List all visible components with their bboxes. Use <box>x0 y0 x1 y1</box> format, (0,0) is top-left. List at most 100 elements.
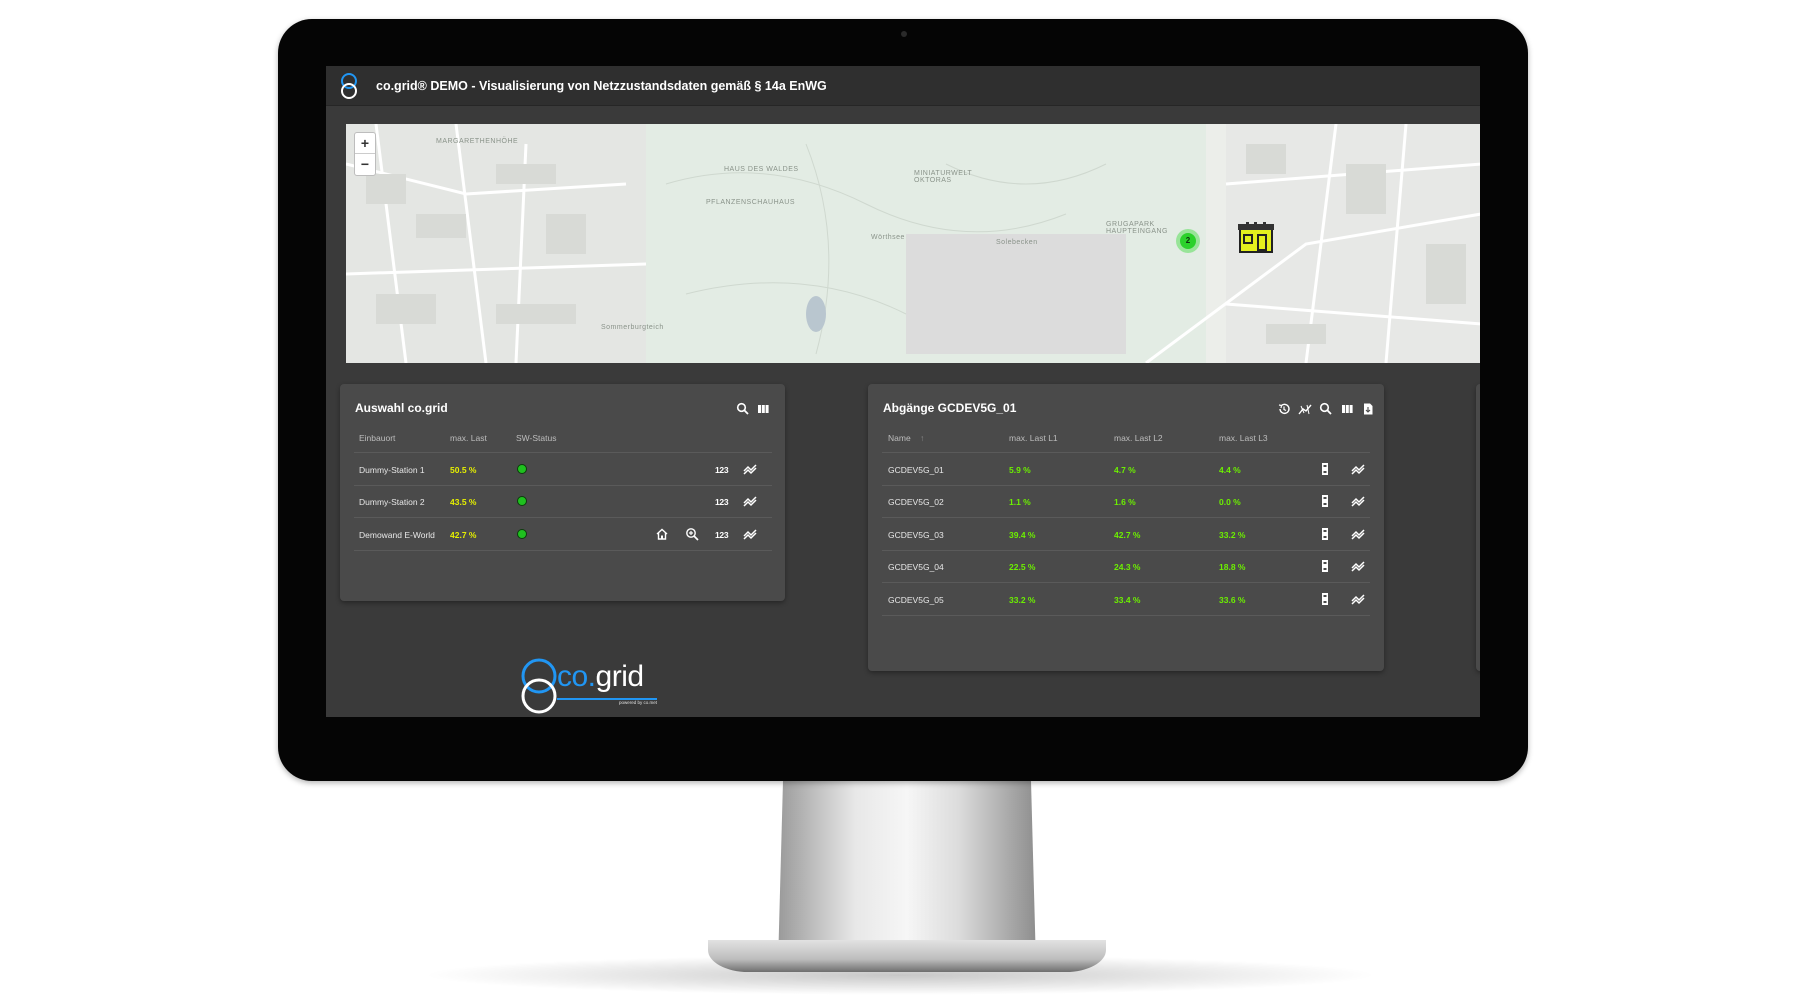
max-load-l2: 1.6 % <box>1114 497 1136 507</box>
brand-subtitle: powered by co.met <box>619 700 658 705</box>
column-header[interactable]: Einbauort <box>359 433 395 443</box>
table-row[interactable]: GCDEV5G_02 1.1 % 1.6 % 0.0 % <box>868 486 1384 518</box>
column-header[interactable]: max. Last L3 <box>1219 433 1268 443</box>
map-label: GRUGAPARK HAUPTEINGANG <box>1106 221 1169 235</box>
divider <box>354 550 772 551</box>
device-detail-icon[interactable] <box>1318 527 1332 541</box>
search-icon[interactable] <box>736 402 750 416</box>
history-icon[interactable] <box>1277 402 1291 416</box>
max-load-l3: 0.0 % <box>1219 497 1241 507</box>
values-123-icon[interactable]: 123 <box>715 497 729 507</box>
app-title: co.grid® DEMO - Visualisierung von Netzz… <box>376 78 827 93</box>
table-row[interactable]: Dummy-Station 2 43.5 % 123 <box>340 486 785 518</box>
max-load-l2: 4.7 % <box>1114 465 1136 475</box>
webcam <box>901 31 907 37</box>
device-detail-icon[interactable] <box>1318 592 1332 606</box>
device-detail-icon[interactable] <box>1318 462 1332 476</box>
map-label: HAUS DES WALDES <box>724 166 799 173</box>
trend-chart-icon[interactable] <box>1351 559 1365 573</box>
zoom-in-button[interactable]: + <box>355 133 375 154</box>
station-name: Dummy-Station 2 <box>359 497 425 507</box>
map-label: MINIATURWELT OKTORAS <box>914 170 972 184</box>
columns-icon[interactable] <box>756 402 770 416</box>
max-load: 42.7 % <box>450 530 477 540</box>
max-load-l1: 5.9 % <box>1009 465 1031 475</box>
max-load-l1: 39.4 % <box>1009 530 1036 540</box>
feeder-name: GCDEV5G_01 <box>888 465 944 475</box>
divider <box>882 615 1370 616</box>
device-detail-icon[interactable] <box>1318 559 1332 573</box>
column-header[interactable]: max. Last <box>450 433 487 443</box>
panel-title: Abgänge GCDEV5G_01 <box>883 401 1017 415</box>
table-row[interactable]: GCDEV5G_03 39.4 % 42.7 % 33.2 % <box>868 518 1384 550</box>
max-load-l3: 18.8 % <box>1219 562 1246 572</box>
monitor-stand <box>778 775 1036 965</box>
map[interactable]: MARGARETHENHÖHE HAUS DES WALDES MINIATUR… <box>346 124 1480 363</box>
table-row[interactable]: GCDEV5G_01 5.9 % 4.7 % 4.4 % <box>868 453 1384 485</box>
sort-indicator[interactable]: ↑ <box>920 433 924 443</box>
max-load-l1: 33.2 % <box>1009 595 1036 605</box>
feeder-name: GCDEV5G_02 <box>888 497 944 507</box>
brand-logo: co.grid powered by co.met <box>519 656 664 717</box>
map-cluster-marker[interactable]: 2 <box>1176 229 1200 253</box>
station-name: Dummy-Station 1 <box>359 465 425 475</box>
max-load: 43.5 % <box>450 497 477 507</box>
trend-chart-icon[interactable] <box>1351 592 1365 606</box>
panel-title: Auswahl co.grid <box>355 401 448 415</box>
table-row[interactable]: GCDEV5G_05 33.2 % 33.4 % 33.6 % <box>868 583 1384 615</box>
max-load-l3: 33.2 % <box>1219 530 1246 540</box>
sw-status-indicator <box>517 529 527 539</box>
max-load-l3: 4.4 % <box>1219 465 1241 475</box>
column-header[interactable]: Name <box>888 433 911 443</box>
trend-chart-icon[interactable] <box>1351 494 1365 508</box>
analytics-icon[interactable] <box>1298 402 1312 416</box>
table-row[interactable]: Dummy-Station 1 50.5 % 123 <box>340 453 785 485</box>
column-header[interactable]: max. Last L2 <box>1114 433 1163 443</box>
feeder-name: GCDEV5G_03 <box>888 530 944 540</box>
max-load-l2: 42.7 % <box>1114 530 1141 540</box>
app-bar: co.grid® DEMO - Visualisierung von Netzz… <box>326 66 1480 106</box>
max-load-l2: 33.4 % <box>1114 595 1141 605</box>
max-load-l2: 24.3 % <box>1114 562 1141 572</box>
values-123-icon[interactable]: 123 <box>715 465 729 475</box>
max-load: 50.5 % <box>450 465 477 475</box>
cluster-count: 2 <box>1180 233 1196 249</box>
zoom-out-button[interactable]: − <box>355 154 375 174</box>
brand-wordmark: co.grid <box>557 660 644 693</box>
screen: co.grid® DEMO - Visualisierung von Netzz… <box>326 66 1480 717</box>
max-load-l3: 33.6 % <box>1219 595 1246 605</box>
home-icon[interactable] <box>655 527 669 541</box>
map-label: Solebecken <box>996 239 1038 246</box>
feeder-name: GCDEV5G_04 <box>888 562 944 572</box>
station-marker-icon[interactable] <box>1238 222 1274 254</box>
values-123-icon[interactable]: 123 <box>715 530 729 540</box>
feeder-name: GCDEV5G_05 <box>888 595 944 605</box>
map-label: Wörthsee <box>871 234 905 241</box>
map-label: PFLANZENSCHAUHAUS <box>706 199 796 206</box>
table-row[interactable]: Demowand E-World 42.7 % 123 <box>340 518 785 550</box>
map-label: MARGARETHENHÖHE <box>436 138 519 145</box>
cogrid-logo-icon <box>341 72 357 99</box>
column-header[interactable]: SW-Status <box>516 433 556 443</box>
max-load-l1: 22.5 % <box>1009 562 1036 572</box>
device-detail-icon[interactable] <box>1318 494 1332 508</box>
column-header[interactable]: max. Last L1 <box>1009 433 1058 443</box>
max-load-l1: 1.1 % <box>1009 497 1031 507</box>
monitor-base <box>708 940 1106 972</box>
trend-chart-icon[interactable] <box>1351 462 1365 476</box>
trend-chart-icon[interactable] <box>1351 527 1365 541</box>
trend-chart-icon[interactable] <box>743 494 757 508</box>
export-document-icon[interactable] <box>1361 402 1375 416</box>
columns-icon[interactable] <box>1340 402 1354 416</box>
trend-chart-icon[interactable] <box>743 527 757 541</box>
zoom-in-search-icon[interactable] <box>685 527 699 541</box>
trend-chart-icon[interactable] <box>743 462 757 476</box>
map-tiles <box>346 124 1480 363</box>
offscreen-panel-edge <box>1476 384 1480 671</box>
table-row[interactable]: GCDEV5G_04 22.5 % 24.3 % 18.8 % <box>868 551 1384 583</box>
sw-status-indicator <box>517 496 527 506</box>
map-label: Sommerburgteich <box>601 324 664 331</box>
search-icon[interactable] <box>1319 402 1333 416</box>
cogrid-rings-icon <box>521 658 557 714</box>
selection-panel: Auswahl co.grid Einbauort max. Last SW-S… <box>340 384 785 601</box>
